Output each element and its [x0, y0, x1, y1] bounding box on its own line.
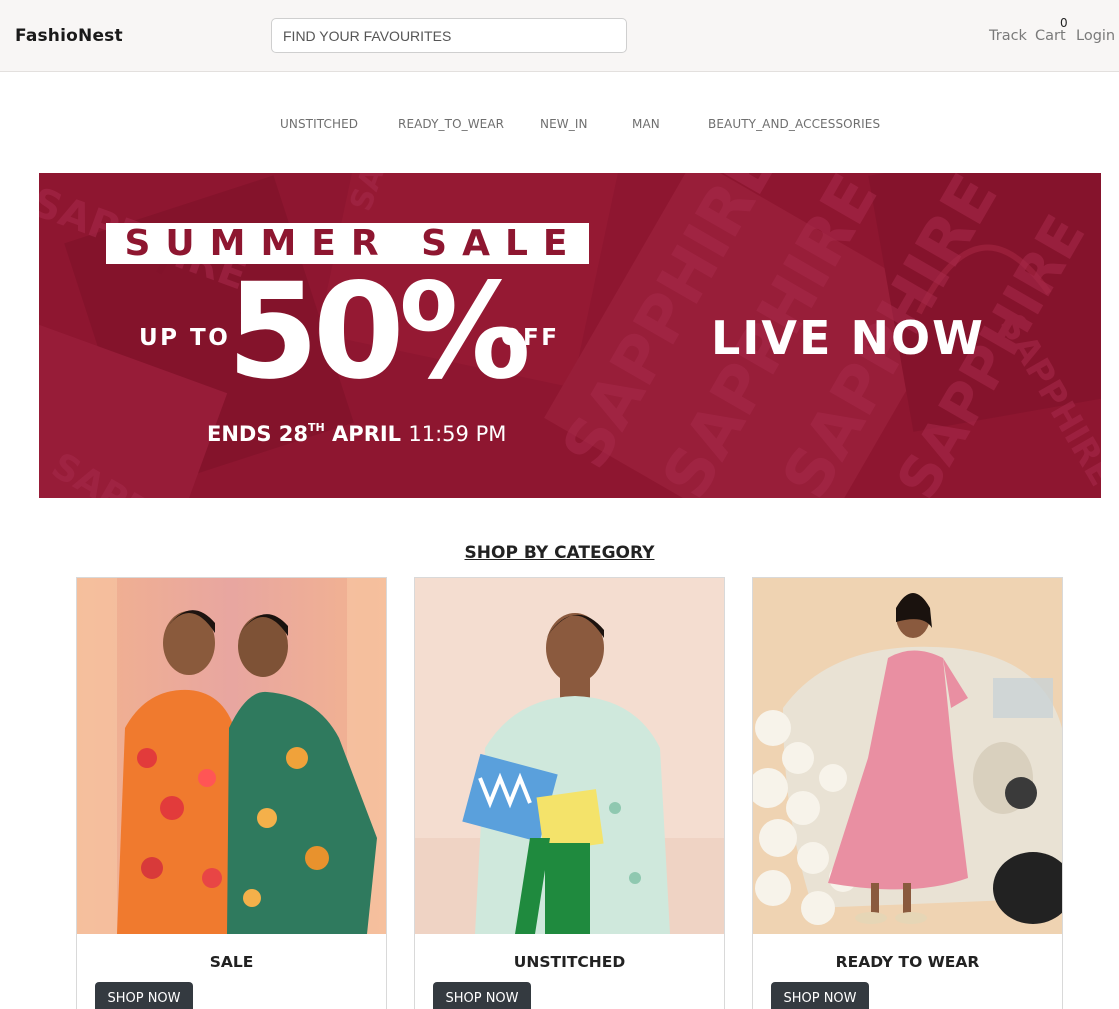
- brand-logo[interactable]: FashioNest: [15, 26, 123, 46]
- category-card-unstitched[interactable]: UNSTITCHED SHOP NOW: [414, 577, 725, 1009]
- section-title: SHOP BY CATEGORY: [464, 543, 655, 563]
- category-image-sale[interactable]: [77, 578, 386, 934]
- banner-end-date: ENDS 28TH APRIL 11:59 PM: [207, 421, 507, 446]
- category-title-ready-to-wear: READY TO WEAR: [835, 953, 980, 971]
- category-card-sale[interactable]: SALE SHOP NOW: [76, 577, 387, 1009]
- nav-item-beauty-and-accessories[interactable]: BEAUTY_AND_ACCESSORIES: [708, 117, 880, 131]
- login-link[interactable]: Login: [1076, 28, 1115, 44]
- category-image-unstitched[interactable]: [415, 578, 724, 934]
- nav-item-new-in[interactable]: NEW_IN: [540, 117, 588, 131]
- shop-now-button-unstitched[interactable]: SHOP NOW: [433, 982, 531, 1009]
- summer-sale-banner[interactable]: SAPPHIRE SAPPHIRE SAPPHIRE SAPPHIRE SAPP…: [39, 173, 1101, 498]
- category-card-ready-to-wear[interactable]: READY TO WEAR SHOP NOW: [752, 577, 1063, 1009]
- track-link[interactable]: Track: [989, 28, 1027, 44]
- shop-now-button-sale[interactable]: SHOP NOW: [95, 982, 193, 1009]
- shop-now-button-ready-to-wear[interactable]: SHOP NOW: [771, 982, 869, 1009]
- nav-item-unstitched[interactable]: UNSTITCHED: [280, 117, 358, 131]
- category-image-ready-to-wear[interactable]: [753, 578, 1062, 934]
- banner-live-now: LIVE NOW: [711, 311, 985, 365]
- search-input[interactable]: [271, 18, 627, 53]
- nav-item-man[interactable]: MAN: [632, 117, 660, 131]
- nav-item-ready-to-wear[interactable]: READY_TO_WEAR: [398, 117, 504, 131]
- banner-percent: 50%: [227, 255, 531, 409]
- cart-link[interactable]: Cart: [1035, 28, 1066, 44]
- ends-prefix: ENDS 28: [207, 422, 309, 446]
- ends-suffix: TH: [308, 421, 325, 434]
- category-title-unstitched: UNSTITCHED: [513, 953, 626, 971]
- top-header: FashioNest Track 0 Cart Login: [0, 0, 1119, 72]
- ends-month: APRIL: [332, 422, 402, 446]
- ends-time: 11:59 PM: [408, 422, 507, 446]
- category-title-sale: SALE: [209, 953, 254, 971]
- banner-off: OFF: [501, 325, 560, 351]
- banner-up-to: UP TO: [139, 325, 231, 351]
